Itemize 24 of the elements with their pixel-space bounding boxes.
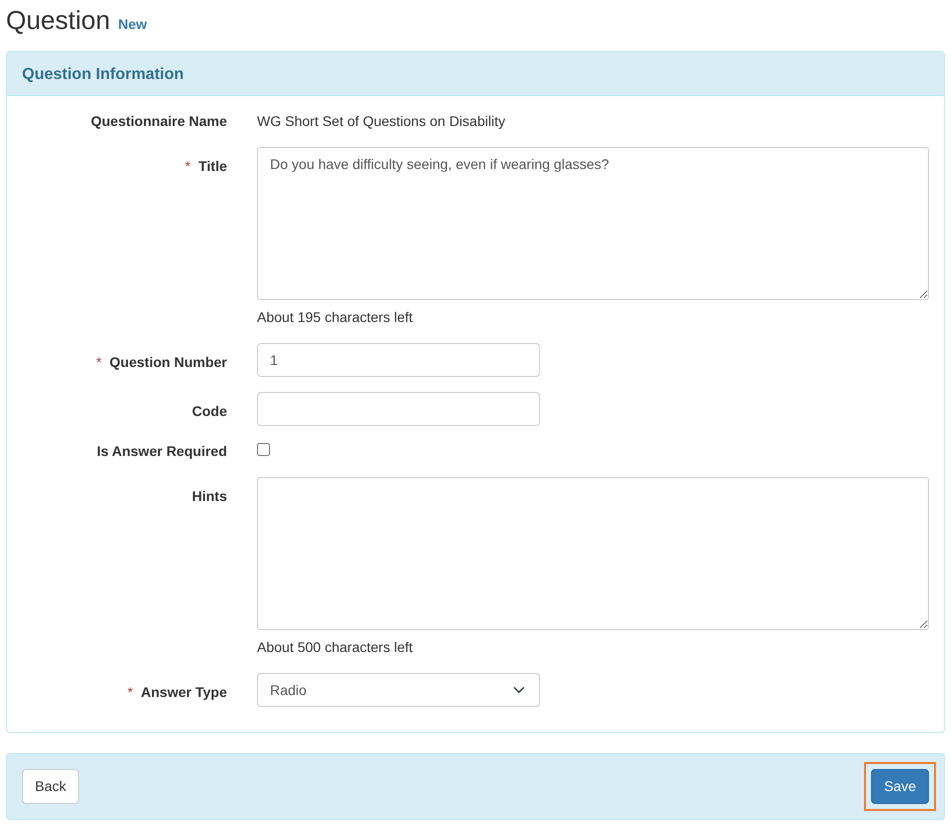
- text-area[interactable]: [257, 477, 929, 630]
- required-mark: *: [96, 354, 102, 370]
- text-field[interactable]: [257, 392, 540, 426]
- back-button[interactable]: Back: [22, 769, 80, 804]
- page-title: Question: [6, 4, 110, 36]
- text-area[interactable]: Do you have difficulty seeing, even if wearing glasses?: [257, 147, 929, 300]
- checkbox[interactable]: [257, 443, 270, 456]
- panel-title: Question Information: [22, 66, 184, 83]
- field-label: Questionnaire Name: [90, 113, 227, 129]
- status-label: New: [118, 15, 147, 34]
- dropdown[interactable]: Radio: [257, 673, 540, 707]
- character-count: About 195 characters left: [257, 308, 414, 327]
- character-count: About 500 characters left: [257, 638, 414, 657]
- field-label: Hints: [192, 488, 227, 504]
- required-mark: *: [127, 684, 133, 700]
- field-label: Is Answer Required: [96, 443, 227, 459]
- field-label: Answer Type: [140, 684, 227, 700]
- field-label: Code: [192, 403, 227, 419]
- required-mark: *: [185, 158, 190, 174]
- text-field[interactable]: 1: [257, 343, 540, 377]
- save-button[interactable]: Save: [871, 769, 929, 804]
- field-label: Title: [198, 158, 227, 174]
- field-label: Question Number: [110, 354, 227, 370]
- field-value: WG Short Set of Questions on Disability: [257, 113, 506, 129]
